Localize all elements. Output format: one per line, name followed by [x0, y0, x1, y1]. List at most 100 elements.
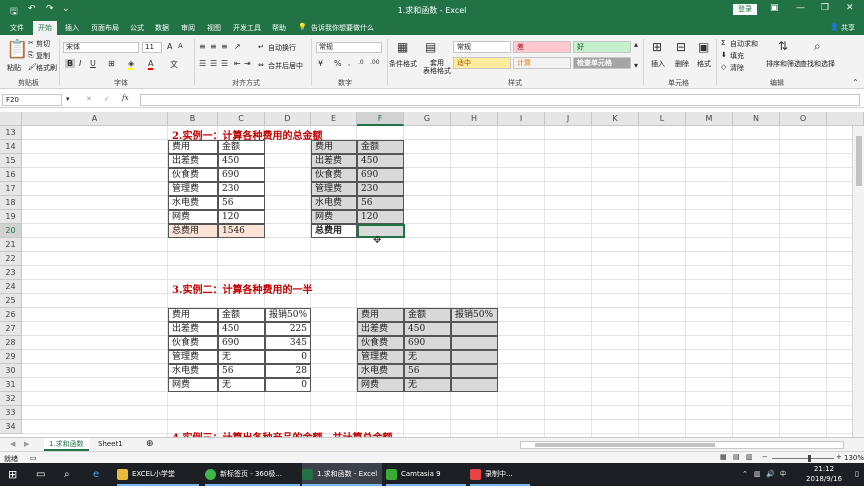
expense-name-cell[interactable]: 出差费: [357, 322, 404, 336]
table-format-button[interactable]: 套用 表格格式: [423, 59, 451, 75]
autosum-icon[interactable]: Σ: [721, 39, 725, 47]
table-header-cell[interactable]: 报销50%: [265, 308, 311, 322]
total-label-cell[interactable]: 总费用: [168, 224, 218, 238]
expense-amount-cell[interactable]: 无: [404, 350, 451, 364]
reimburse-cell[interactable]: 0: [265, 378, 311, 392]
font-size-select[interactable]: 11: [142, 42, 162, 53]
column-header[interactable]: N: [733, 112, 780, 126]
reimburse-empty-cell[interactable]: [451, 322, 498, 336]
taskbar-item[interactable]: Camtasia 9: [386, 463, 466, 486]
grow-font-icon[interactable]: A: [167, 42, 172, 51]
row-header[interactable]: 28: [0, 336, 22, 350]
style-check-cell[interactable]: 检查单元格: [573, 57, 631, 69]
column-header[interactable]: I: [498, 112, 545, 126]
expense-name-cell[interactable]: 网费: [168, 378, 218, 392]
expense-amount-cell[interactable]: 450: [218, 154, 265, 168]
format-cells-icon[interactable]: ▣: [698, 40, 709, 54]
zoom-out-icon[interactable]: −: [762, 453, 768, 461]
copy-button[interactable]: 复制: [36, 51, 50, 61]
column-header[interactable]: B: [168, 112, 218, 126]
search-icon[interactable]: ⌕: [64, 463, 70, 486]
expense-name-cell[interactable]: 出差费: [168, 322, 218, 336]
close-icon[interactable]: ✕: [846, 3, 854, 13]
page-break-view-icon[interactable]: ▥: [746, 453, 753, 461]
expense-amount-cell[interactable]: 450: [404, 322, 451, 336]
autosum-button[interactable]: 自动求和: [730, 39, 758, 49]
orientation-icon[interactable]: ↗: [234, 42, 241, 51]
expense-amount-cell[interactable]: 690: [218, 336, 265, 350]
row-header[interactable]: 18: [0, 196, 22, 210]
column-header[interactable]: D: [265, 112, 311, 126]
reimburse-empty-cell[interactable]: [451, 364, 498, 378]
merge-center-button[interactable]: 合并后居中: [268, 61, 303, 71]
row-header[interactable]: 27: [0, 322, 22, 336]
tab-data[interactable]: 数据: [155, 23, 169, 33]
sort-filter-icon[interactable]: ⇅: [778, 39, 788, 53]
normal-view-icon[interactable]: ▦: [720, 453, 727, 461]
align-bottom-icon[interactable]: ≡: [221, 42, 228, 51]
share-icon[interactable]: 👤: [830, 23, 839, 31]
expense-amount-cell[interactable]: 无: [404, 378, 451, 392]
row-header[interactable]: 25: [0, 294, 22, 308]
paste-icon[interactable]: 📋: [6, 39, 28, 60]
login-button[interactable]: 登录: [733, 4, 757, 15]
worksheet-grid[interactable]: A B C D E F G H I J K L M N O 13 14 15 16 17 18 19 20 21 22 23 24 2…: [0, 112, 864, 437]
vertical-scrollbar[interactable]: [852, 126, 864, 437]
row-header[interactable]: 29: [0, 350, 22, 364]
phonetic-icon[interactable]: 文: [170, 59, 178, 70]
expense-amount-cell[interactable]: 无: [218, 350, 265, 364]
taskbar-item-active[interactable]: 1.求和函数 - Excel: [302, 463, 382, 486]
find-select-icon[interactable]: ⌕: [814, 39, 821, 54]
tab-developer[interactable]: 开发工具: [233, 23, 261, 33]
bold-icon[interactable]: B: [65, 59, 76, 68]
row-header[interactable]: 20: [0, 224, 22, 238]
reimburse-empty-cell[interactable]: [451, 378, 498, 392]
fill-icon[interactable]: ⬇: [721, 51, 727, 59]
conditional-format-icon[interactable]: ▦: [397, 40, 408, 54]
expense-amount-cell[interactable]: 56: [357, 196, 404, 210]
align-left-icon[interactable]: ☰: [199, 59, 206, 68]
row-header[interactable]: 34: [0, 420, 22, 434]
column-header[interactable]: J: [545, 112, 592, 126]
table-header-cell[interactable]: 费用: [168, 140, 218, 154]
table-header-cell[interactable]: 费用: [311, 140, 357, 154]
next-sheet-icon[interactable]: ▶: [24, 440, 29, 448]
table-header-cell[interactable]: 金额: [218, 308, 265, 322]
expense-name-cell[interactable]: 水电费: [311, 196, 357, 210]
style-neutral[interactable]: 适中: [453, 57, 511, 69]
task-view-icon[interactable]: ▭: [36, 463, 45, 486]
sort-filter-button[interactable]: 排序和筛选: [766, 59, 801, 69]
expense-amount-cell[interactable]: 120: [218, 210, 265, 224]
row-header[interactable]: 26: [0, 308, 22, 322]
table-header-cell[interactable]: 金额: [404, 308, 451, 322]
expense-name-cell[interactable]: 水电费: [357, 364, 404, 378]
merge-icon[interactable]: ⇔: [258, 61, 264, 69]
expense-name-cell[interactable]: 管理费: [168, 350, 218, 364]
formula-input[interactable]: [140, 94, 860, 106]
column-header[interactable]: O: [780, 112, 827, 126]
notification-icon[interactable]: ▯: [855, 463, 859, 486]
tab-insert[interactable]: 插入: [65, 23, 79, 33]
style-good[interactable]: 好: [573, 41, 631, 53]
row-header[interactable]: 17: [0, 182, 22, 196]
cut-icon[interactable]: ✂: [28, 39, 34, 47]
total-value-cell[interactable]: 1546: [218, 224, 265, 238]
taskbar-item[interactable]: EXCEL小学堂: [117, 463, 199, 486]
tab-page-layout[interactable]: 页面布局: [91, 23, 119, 33]
cancel-icon[interactable]: ✕: [86, 95, 92, 103]
expense-name-cell[interactable]: 伙食费: [311, 168, 357, 182]
column-header[interactable]: M: [686, 112, 733, 126]
reimburse-cell[interactable]: 0: [265, 350, 311, 364]
table-header-cell[interactable]: 报销50%: [451, 308, 498, 322]
row-header[interactable]: 22: [0, 252, 22, 266]
copy-icon[interactable]: ⎘: [28, 51, 34, 60]
macro-record-icon[interactable]: ▭: [30, 454, 37, 462]
column-header[interactable]: L: [639, 112, 686, 126]
expense-name-cell[interactable]: 网费: [168, 210, 218, 224]
name-box[interactable]: F20: [2, 94, 62, 106]
tab-view[interactable]: 视图: [207, 23, 221, 33]
table-header-cell[interactable]: 费用: [168, 308, 218, 322]
increase-indent-icon[interactable]: ⇥: [244, 59, 251, 68]
clear-icon[interactable]: ◇: [721, 63, 726, 71]
edge-browser-icon[interactable]: e: [93, 463, 99, 486]
